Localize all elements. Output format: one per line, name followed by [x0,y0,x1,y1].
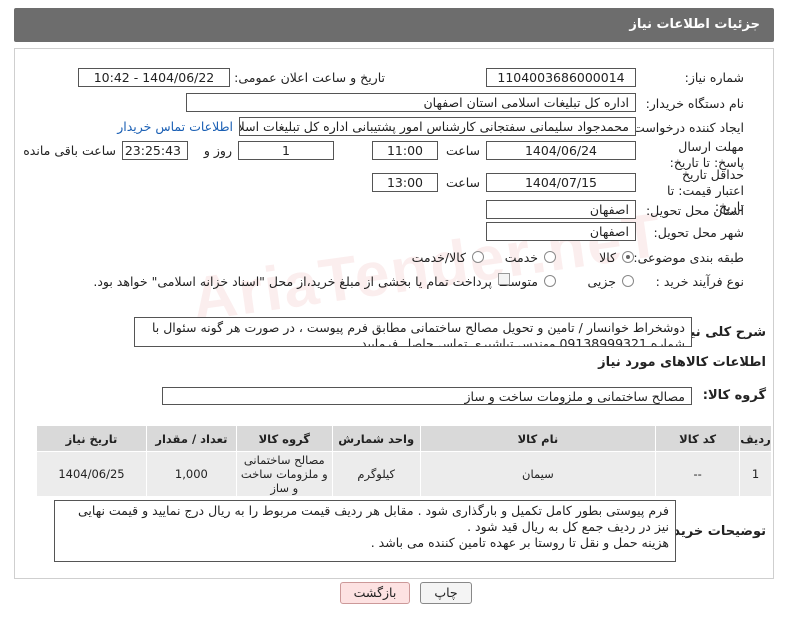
cell-unit: کیلوگرم [331,451,421,497]
buyer-notes-line-1: فرم پیوستی بطور کامل تکمیل و بارگذاری شو… [77,503,669,534]
category-service-radio[interactable] [544,251,556,263]
need-number-label: شماره نیاز: [684,70,744,85]
category-goods-label: کالا [599,250,616,265]
deadline-time-field: 11:00 [372,141,438,160]
process-medium-radio[interactable] [544,275,556,287]
description-textarea: دوشخراط خوانسار / تامین و تحویل مصالح سا… [134,317,692,347]
buyer-notes-textarea: فرم پیوستی بطور کامل تکمیل و بارگذاری شو… [54,500,676,562]
table-row: 1 -- سیمان کیلوگرم مصالح ساختمانی و ملزو… [36,451,772,497]
col-unit: واحد شمارش [331,425,421,452]
buyer-org-field: اداره کل تبلیغات اسلامی استان اصفهان [186,93,636,112]
buyer-contact-link[interactable]: اطلاعات تماس خریدار [117,119,233,134]
days-field: 1 [238,141,334,160]
cell-name: سیمان [419,451,657,497]
validity-time-label: ساعت [445,175,480,190]
category-goods-radio[interactable] [622,251,634,263]
goods-section-title: اطلاعات کالاهای مورد نیاز [598,355,766,370]
category-service-label: خدمت [504,250,538,265]
col-row: ردیف [739,425,772,452]
buyer-notes-line-2: هزینه حمل و نقل تا روستا بر عهده تامین ک… [370,535,669,550]
goods-table-header: ردیف کد کالا نام کالا واحد شمارش گروه کا… [36,425,772,452]
buyer-org-label: نام دستگاه خریدار: [645,96,744,111]
goods-table: ردیف کد کالا نام کالا واحد شمارش گروه کا… [36,425,772,497]
category-both-radio[interactable] [472,251,484,263]
creator-field: محمدجواد سلیمانی سفتجانی کارشناس امور پش… [239,117,636,136]
remaining-label: ساعت باقی مانده [23,143,116,158]
process-minor-radio[interactable] [622,275,634,287]
category-both-label: کالا/خدمت [411,250,466,265]
print-button[interactable]: چاپ [420,582,472,604]
cell-row: 1 [739,451,772,497]
cell-code: -- [655,451,741,497]
cell-qty: 1,000 [145,451,237,497]
col-group: گروه کالا [235,425,333,452]
deadline-time-label: ساعت [445,143,480,158]
col-date: تاریخ نیاز [36,425,147,452]
city-label: شهر محل تحویل: [653,225,744,240]
remaining-time-field: 23:25:43 [122,141,188,160]
cell-group: مصالح ساختمانی و ملزومات ساخت و ساز [235,451,333,497]
need-number-field: 1104003686000014 [486,68,636,87]
col-code: کد کالا [655,425,741,452]
col-qty: تعداد / مقدار [145,425,237,452]
creator-label: ایجاد کننده درخواست: [628,120,744,135]
deadline-date-field: 1404/06/24 [486,141,636,160]
announce-field: 1404/06/22 - 10:42 [78,68,230,87]
days-label: روز و [203,143,232,158]
page-header: جزئیات اطلاعات نیاز [14,8,774,42]
page-title: جزئیات اطلاعات نیاز [629,17,760,32]
validity-time-field: 13:00 [372,173,438,192]
goods-group-label: گروه کالا: [702,388,766,403]
announce-label: تاریخ و ساعت اعلان عمومی: [234,70,385,85]
city-field: اصفهان [486,222,636,241]
cell-date: 1404/06/25 [36,451,147,497]
category-label: طبقه بندی موضوعی: [633,250,744,265]
process-minor-label: جزیی [587,274,616,289]
goods-group-field: مصالح ساختمانی و ملزومات ساخت و ساز [162,387,692,405]
treasury-payment-checkbox[interactable] [498,273,510,285]
province-label: استان محل تحویل: [645,203,744,218]
page: جزئیات اطلاعات نیاز AriaTender.neT شماره… [0,0,788,619]
province-field: اصفهان [486,200,636,219]
col-name: نام کالا [419,425,657,452]
process-label: نوع فرآیند خرید : [655,274,744,289]
validity-date-field: 1404/07/15 [486,173,636,192]
treasury-payment-note: پرداخت تمام یا بخشی از مبلغ خرید،از محل … [93,274,492,289]
back-button[interactable]: بازگشت [340,582,410,604]
